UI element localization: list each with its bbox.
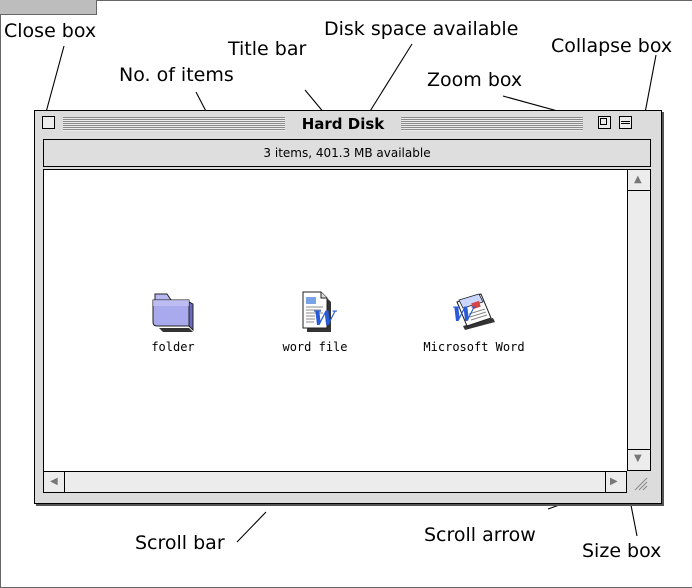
svg-text:W: W (313, 306, 338, 330)
label-title-bar: Title bar (228, 38, 307, 60)
word-file-item-label: word file (282, 340, 348, 354)
label-close-box: Close box (4, 20, 97, 42)
scroll-down-divider (628, 449, 650, 450)
scroll-right-arrow-icon[interactable]: ▶ (610, 477, 618, 487)
zoom-box[interactable] (598, 116, 611, 129)
scroll-down-arrow-icon[interactable]: ▼ (634, 454, 642, 464)
svg-text:W: W (452, 302, 477, 326)
scroll-left-divider (64, 472, 65, 492)
header-tab-strip (0, 0, 97, 15)
window-title: Hard Disk (287, 114, 399, 134)
label-scroll-arrow: Scroll arrow (424, 524, 536, 546)
label-disk-space: Disk space available (324, 18, 519, 40)
folder-item-label: folder (151, 340, 195, 354)
title-bar[interactable]: Hard Disk (35, 111, 661, 137)
title-bar-stripes-right (401, 117, 583, 131)
label-no-items: No. of items (119, 64, 234, 86)
close-box[interactable] (42, 116, 55, 129)
word-document-icon: W (302, 291, 338, 332)
label-scroll-bar: Scroll bar (135, 532, 225, 554)
zoom-box-icon (600, 118, 607, 125)
horizontal-scroll-bar[interactable]: ◀ ▶ (43, 471, 627, 493)
finder-window: Hard Disk 3 items, 401.3 MB available fo (34, 110, 662, 504)
microsoft-word-application-icon: W (452, 293, 495, 330)
vertical-scroll-bar[interactable]: ▲ ▼ (627, 169, 651, 471)
size-box-grip-icon (634, 477, 648, 491)
word-file-item[interactable]: W word file (270, 288, 360, 354)
folder-item[interactable]: folder (128, 288, 218, 354)
title-bar-stripes-left (63, 117, 285, 131)
scroll-right-divider (605, 472, 606, 492)
label-collapse-box: Collapse box (551, 35, 673, 57)
label-zoom-box: Zoom box (427, 69, 523, 91)
label-size-box: Size box (582, 540, 662, 562)
collapse-box[interactable] (619, 116, 632, 129)
scroll-up-arrow-icon[interactable]: ▲ (634, 175, 642, 185)
scroll-up-divider (628, 190, 650, 191)
frame-top-line (96, 0, 692, 1)
window-info-bar: 3 items, 401.3 MB available (43, 139, 651, 167)
size-box[interactable] (627, 471, 651, 493)
microsoft-word-item-label: Microsoft Word (423, 340, 525, 354)
scroll-left-arrow-icon[interactable]: ◀ (50, 477, 58, 487)
folder-icon (152, 293, 194, 332)
window-content-area: folder W word file W Microsoft Word (43, 169, 627, 471)
collapse-box-icon (621, 121, 630, 124)
microsoft-word-item[interactable]: W Microsoft Word (404, 288, 544, 354)
